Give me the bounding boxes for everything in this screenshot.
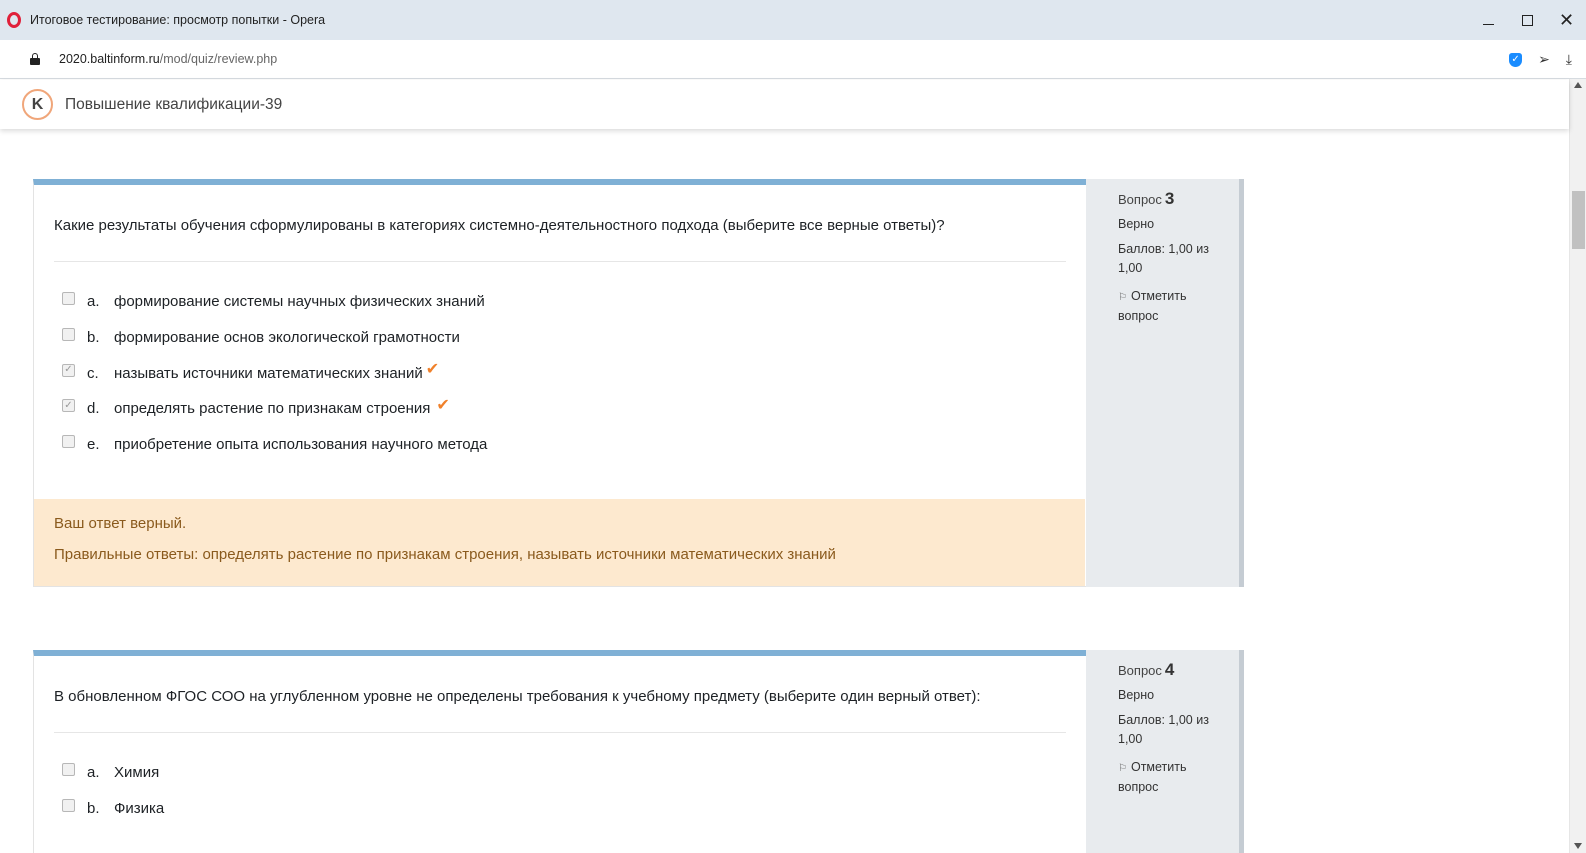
answer-text: называть источники математических знаний (114, 364, 423, 382)
question-content: В обновленном ФГОС СОО на углубленном ур… (33, 650, 1086, 853)
question-info: Вопрос 4 Верно Баллов: 1,00 из 1,00 ⚐ Отме… (1086, 650, 1244, 853)
scroll-thumb[interactable] (1572, 191, 1585, 249)
answer-text: определять растение по признакам строени… (114, 400, 431, 418)
answer-text: формирование системы научных физических … (114, 293, 485, 311)
address-bar[interactable]: 2020.baltinform.ru/mod/quiz/review.php ✓… (0, 40, 1586, 79)
answer-option[interactable]: b. Физика (62, 791, 1066, 827)
answer-option: ✓ d. определять растение по признакам ст… (62, 391, 1066, 427)
scroll-down-icon[interactable] (1574, 843, 1582, 849)
answer-checkbox (62, 328, 75, 342)
answer-checkbox (62, 292, 75, 306)
answer-text: формирование основ экологической грамотн… (114, 329, 460, 347)
address-bar-actions: ✓ ➢ ⤓ (1509, 40, 1572, 79)
minimize-button[interactable] (1469, 0, 1508, 40)
question-content: Какие результаты обучения сформулированы… (33, 179, 1086, 587)
shield-icon[interactable]: ✓ (1509, 52, 1523, 67)
site-navbar: K Повышение квалификации-39 (0, 80, 1569, 129)
question-text: В обновленном ФГОС СОО на углубленном ур… (54, 688, 981, 705)
answer-letter: e. (87, 436, 100, 454)
correct-tick-icon: ✔ (436, 396, 450, 414)
download-icon[interactable]: ⤓ (1566, 51, 1572, 68)
flag-question-link[interactable]: ⚐ Отметить вопрос (1118, 758, 1218, 797)
correct-tick-icon: ✔ (425, 361, 440, 379)
answer-letter: a. (87, 764, 100, 782)
feedback-correct-answers: Правильные ответы: определять растение п… (54, 546, 836, 563)
window-controls: ✕ (1469, 0, 1586, 40)
answer-list: a. формирование системы научных физическ… (34, 262, 1086, 462)
answer-text: приобретение опыта использования научног… (114, 436, 488, 454)
answer-letter: b. (87, 800, 100, 818)
opera-logo-icon (7, 12, 21, 28)
answer-option[interactable]: a. Химия (62, 755, 1066, 791)
answer-checkbox (62, 799, 75, 813)
answer-checkbox (62, 763, 75, 777)
page-scrollbar[interactable] (1569, 79, 1586, 853)
question-grade: Баллов: 1,00 из 1,00 (1118, 713, 1209, 746)
feedback-main: Ваш ответ верный. (54, 515, 187, 532)
close-button[interactable]: ✕ (1547, 0, 1586, 40)
answer-letter: d. (87, 400, 100, 418)
question-4: В обновленном ФГОС СОО на углубленном ур… (33, 650, 1244, 853)
answer-option: ✓ c. называть источники математических з… (62, 355, 1066, 391)
site-name[interactable]: Повышение квалификации-39 (65, 96, 282, 114)
flag-question-label: Отметить вопрос (1118, 760, 1187, 794)
answer-checkbox-checked: ✓ (62, 363, 75, 377)
window-title: Итоговое тестирование: просмотр попытки … (30, 13, 326, 27)
answer-letter: c. (87, 364, 99, 382)
answer-letter: a. (87, 293, 100, 311)
answer-letter: b. (87, 329, 100, 347)
question-label: Вопрос (1118, 192, 1162, 207)
close-icon: ✕ (1558, 10, 1575, 30)
flag-icon: ⚐ (1118, 763, 1127, 774)
question-number: 3 (1164, 189, 1175, 208)
maximize-button[interactable] (1508, 0, 1547, 40)
answer-list: a. Химия b. Физика (34, 733, 1086, 826)
maximize-icon (1522, 14, 1533, 26)
scroll-up-icon[interactable] (1574, 82, 1582, 88)
answer-text: Химия (114, 764, 160, 782)
answer-option: b. формирование основ экологической грам… (62, 320, 1066, 356)
answer-option: a. формирование системы научных физическ… (62, 284, 1066, 320)
question-label: Вопрос (1118, 663, 1162, 678)
question-state: Верно (1118, 688, 1155, 702)
send-icon[interactable]: ➢ (1538, 51, 1550, 68)
question-3: Какие результаты обучения сформулированы… (33, 179, 1244, 587)
url-field[interactable]: 2020.baltinform.ru/mod/quiz/review.php (59, 52, 277, 66)
lock-icon[interactable] (30, 53, 40, 65)
question-info: Вопрос 3 Верно Баллов: 1,00 из 1,00 ⚐ Отме… (1086, 179, 1244, 587)
feedback-box: Ваш ответ верный. Правильные ответы: опр… (34, 499, 1085, 586)
answer-checkbox (62, 435, 75, 449)
question-state: Верно (1118, 217, 1155, 231)
minimize-icon (1483, 23, 1494, 25)
window-titlebar: Итоговое тестирование: просмотр попытки … (0, 0, 1586, 40)
answer-text: Физика (114, 800, 165, 818)
flag-question-link[interactable]: ⚐ Отметить вопрос (1118, 287, 1218, 326)
site-logo-icon[interactable]: K (22, 89, 53, 120)
flag-icon: ⚐ (1118, 292, 1127, 303)
question-grade: Баллов: 1,00 из 1,00 (1118, 242, 1209, 275)
url-host: 2020.baltinform.ru (59, 52, 160, 66)
url-path: /mod/quiz/review.php (159, 52, 278, 66)
question-text: Какие результаты обучения сформулированы… (54, 217, 945, 234)
flag-question-label: Отметить вопрос (1118, 289, 1187, 323)
question-number: 4 (1164, 660, 1175, 679)
answer-checkbox-checked: ✓ (62, 399, 75, 413)
answer-option: e. приобретение опыта использования науч… (62, 427, 1066, 463)
